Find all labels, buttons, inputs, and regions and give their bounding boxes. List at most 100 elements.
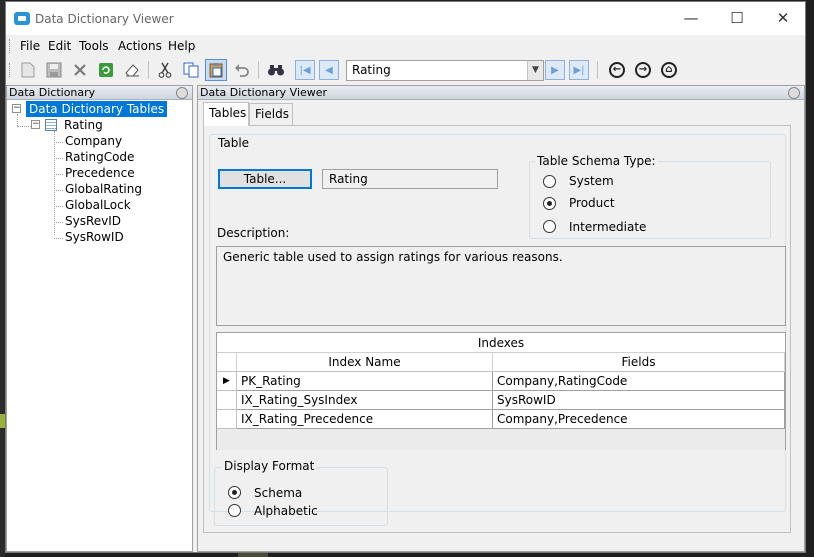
tree-table-node[interactable]: Rating [64, 117, 103, 133]
table-button[interactable]: Table... [218, 169, 312, 189]
grid-corner [217, 353, 237, 372]
schema-system-label: System [569, 174, 614, 188]
collapse-icon[interactable]: − [31, 120, 40, 129]
copy-icon[interactable] [180, 59, 202, 81]
menu-grip [9, 39, 12, 53]
tree-field-node[interactable]: Company [65, 133, 122, 149]
undo-icon[interactable] [231, 59, 253, 81]
tree-line [54, 190, 63, 191]
pin-icon[interactable] [176, 87, 188, 99]
tree-line [17, 114, 18, 126]
tree-line [54, 222, 63, 223]
tree-line [54, 131, 55, 235]
tree-field-node[interactable]: SysRowID [65, 229, 124, 245]
panel-title: Data Dictionary Viewer [200, 86, 328, 99]
window-title: Data Dictionary Viewer [35, 12, 174, 26]
menu-help[interactable]: Help [168, 39, 195, 53]
first-icon[interactable]: |◀ [295, 60, 315, 80]
menu-actions[interactable]: Actions [118, 39, 162, 53]
tab-tables[interactable]: Tables [203, 102, 249, 126]
tree-line [54, 238, 63, 239]
home-icon[interactable]: ⌂ [659, 60, 679, 80]
panel-header: Data Dictionary Viewer [198, 86, 804, 100]
paste-icon[interactable] [205, 59, 227, 81]
close-button[interactable]: ✕ [760, 2, 806, 35]
maximize-button[interactable]: ☐ [714, 2, 760, 35]
previous-icon[interactable]: ◀ [319, 60, 339, 80]
schema-intermediate-label: Intermediate [569, 220, 647, 234]
collapse-icon[interactable]: − [12, 104, 21, 113]
format-schema-radio[interactable] [228, 486, 241, 499]
tree-line [54, 142, 63, 143]
format-alphabetic-label: Alphabetic [254, 504, 318, 518]
column-header-fields[interactable]: Fields [493, 353, 785, 372]
table-group-label: Table [215, 136, 253, 150]
description-box: Generic table used to assign ratings for… [216, 246, 786, 326]
cut-icon[interactable] [154, 59, 176, 81]
tree-field-node[interactable]: RatingCode [65, 149, 134, 165]
toolbar-separator [597, 61, 598, 79]
panel-title: Data Dictionary [9, 86, 96, 99]
tree-field-node[interactable]: GlobalLock [65, 197, 131, 213]
menu-file[interactable]: File [20, 39, 40, 53]
delete-icon[interactable] [69, 59, 91, 81]
row-selector-icon[interactable]: ▶ [217, 372, 237, 391]
new-icon[interactable] [17, 59, 39, 81]
tree-view: − Data Dictionary Tables − Rating Compan… [7, 100, 192, 550]
tree-field-node[interactable]: Precedence [65, 165, 135, 181]
table-row[interactable]: IX_Rating_Precedence [237, 410, 493, 429]
menu-bar: File Edit Tools Actions Help [6, 35, 805, 57]
clear-icon[interactable] [121, 59, 143, 81]
tree-field-node[interactable]: GlobalRating [65, 181, 142, 197]
refresh-icon[interactable] [95, 59, 117, 81]
save-icon[interactable] [43, 59, 65, 81]
indexes-grid: Indexes Index Name Fields ▶ PK_Rating Co… [216, 332, 786, 450]
last-icon[interactable]: ▶| [569, 60, 589, 80]
chevron-down-icon[interactable]: ▼ [527, 61, 543, 80]
menu-tools[interactable]: Tools [79, 39, 109, 53]
indexes-caption: Indexes [217, 333, 785, 353]
pin-icon[interactable] [788, 87, 800, 99]
row-selector[interactable] [217, 410, 237, 429]
menu-edit[interactable]: Edit [48, 39, 71, 53]
grid-empty-area [217, 429, 785, 450]
table-selector[interactable]: Rating ▼ [346, 60, 544, 81]
schema-intermediate-radio[interactable] [543, 220, 556, 233]
panel-header: Data Dictionary [7, 86, 192, 100]
table-name-field: Rating [322, 169, 498, 189]
format-alphabetic-radio[interactable] [228, 504, 241, 517]
schema-type-groupbox [529, 161, 771, 239]
data-dictionary-panel: Data Dictionary − Data Dictionary Tables… [6, 85, 193, 552]
tree-field-node[interactable]: SysRevID [65, 213, 121, 229]
find-icon[interactable] [265, 59, 287, 81]
tree-line [17, 126, 31, 127]
tab-fields[interactable]: Fields [249, 103, 293, 125]
tree-line [54, 158, 63, 159]
tree-line [54, 206, 63, 207]
tree-root[interactable]: Data Dictionary Tables [26, 101, 168, 117]
app-icon [14, 12, 30, 25]
table-selector-value: Rating [352, 63, 391, 77]
display-format-label: Display Format [221, 459, 318, 473]
forward-icon[interactable]: → [633, 60, 653, 80]
schema-product-radio[interactable] [543, 197, 556, 210]
schema-type-label: Table Schema Type: [535, 154, 658, 168]
app-window: Data Dictionary Viewer — ☐ ✕ File Edit T… [5, 1, 806, 553]
table-row[interactable]: Company,RatingCode [493, 372, 785, 391]
back-icon[interactable]: ← [607, 60, 627, 80]
schema-product-label: Product [569, 196, 615, 210]
tree-line [54, 174, 63, 175]
table-row[interactable]: PK_Rating [237, 372, 493, 391]
schema-system-radio[interactable] [543, 175, 556, 188]
table-row[interactable]: IX_Rating_SysIndex [237, 391, 493, 410]
data-dictionary-viewer-panel: Data Dictionary Viewer Tables Fields Tab… [197, 85, 805, 552]
column-header-index-name[interactable]: Index Name [237, 353, 493, 372]
next-icon[interactable]: ▶ [545, 60, 565, 80]
format-schema-label: Schema [254, 486, 303, 500]
toolbar: |◀ ◀ Rating ▼ ▶ ▶| ← → ⌂ [6, 57, 805, 85]
toolbar-separator [258, 61, 259, 79]
table-row[interactable]: SysRowID [493, 391, 785, 410]
minimize-button[interactable]: — [668, 2, 714, 35]
row-selector[interactable] [217, 391, 237, 410]
table-row[interactable]: Company,Precedence [493, 410, 785, 429]
